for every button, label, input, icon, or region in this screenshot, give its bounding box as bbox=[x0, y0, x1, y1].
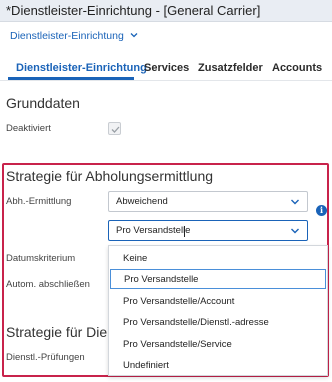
tab-zusatzfelder[interactable]: Zusatzfelder bbox=[198, 62, 263, 74]
tab-services[interactable]: Services bbox=[144, 62, 189, 74]
active-tab-indicator bbox=[8, 77, 134, 80]
breadcrumb-label: Dienstleister-Einrichtung bbox=[10, 30, 124, 42]
abh-ermittlung-label: Abh.-Ermittlung bbox=[6, 196, 72, 207]
window-title: *Dienstleister-Einrichtung - [General Ca… bbox=[6, 3, 261, 18]
window-titlebar: *Dienstleister-Einrichtung - [General Ca… bbox=[0, 0, 332, 22]
abh-ermittlung-value: Abweichend bbox=[116, 196, 168, 207]
breadcrumb-dropdown[interactable]: Dienstleister-Einrichtung bbox=[10, 30, 139, 42]
section-heading-abholung: Strategie für Abholungsermittlung bbox=[6, 168, 214, 184]
section-heading-dienst: Strategie für Diens bbox=[6, 324, 122, 340]
text-cursor bbox=[184, 226, 185, 237]
dienstl-pruefungen-label: Dienstl.-Prüfungen bbox=[6, 352, 85, 363]
section-heading-grunddaten: Grunddaten bbox=[6, 95, 80, 111]
dropdown-list: Keine Pro Versandstelle Pro Versandstell… bbox=[108, 245, 328, 376]
dropdown-option[interactable]: Pro Versandstelle/Dienstl.-adresse bbox=[109, 312, 327, 332]
deaktiviert-checkbox[interactable] bbox=[108, 122, 121, 135]
autom-abschliessen-label: Autom. abschließen bbox=[6, 279, 90, 290]
info-icon[interactable]: i bbox=[316, 205, 327, 216]
dropdown-option[interactable]: Pro Versandstelle/Account bbox=[109, 291, 327, 311]
abh-ermittlung-select[interactable]: Abweichend bbox=[108, 191, 308, 212]
deaktiviert-label: Deaktiviert bbox=[6, 123, 51, 134]
dropdown-option[interactable]: Undefiniert bbox=[109, 355, 327, 375]
tab-bar: Dienstleister-Einrichtung Services Zusat… bbox=[0, 54, 332, 81]
versandstelle-select[interactable]: Pro Versandstelle bbox=[108, 220, 308, 241]
checkmark-icon bbox=[111, 126, 120, 133]
chevron-down-icon bbox=[291, 199, 299, 205]
chevron-down-icon bbox=[291, 228, 299, 234]
versandstelle-value: Pro Versandstelle bbox=[116, 225, 191, 236]
dropdown-option-selected[interactable]: Pro Versandstelle bbox=[110, 269, 326, 289]
tab-accounts[interactable]: Accounts bbox=[272, 62, 322, 74]
datumskriterium-label: Datumskriterium bbox=[6, 253, 76, 264]
chevron-down-icon bbox=[130, 33, 138, 38]
dropdown-option[interactable]: Keine bbox=[109, 248, 327, 268]
tab-dienstleister-einrichtung[interactable]: Dienstleister-Einrichtung bbox=[16, 62, 147, 74]
dropdown-option[interactable]: Pro Versandstelle/Service bbox=[109, 334, 327, 354]
